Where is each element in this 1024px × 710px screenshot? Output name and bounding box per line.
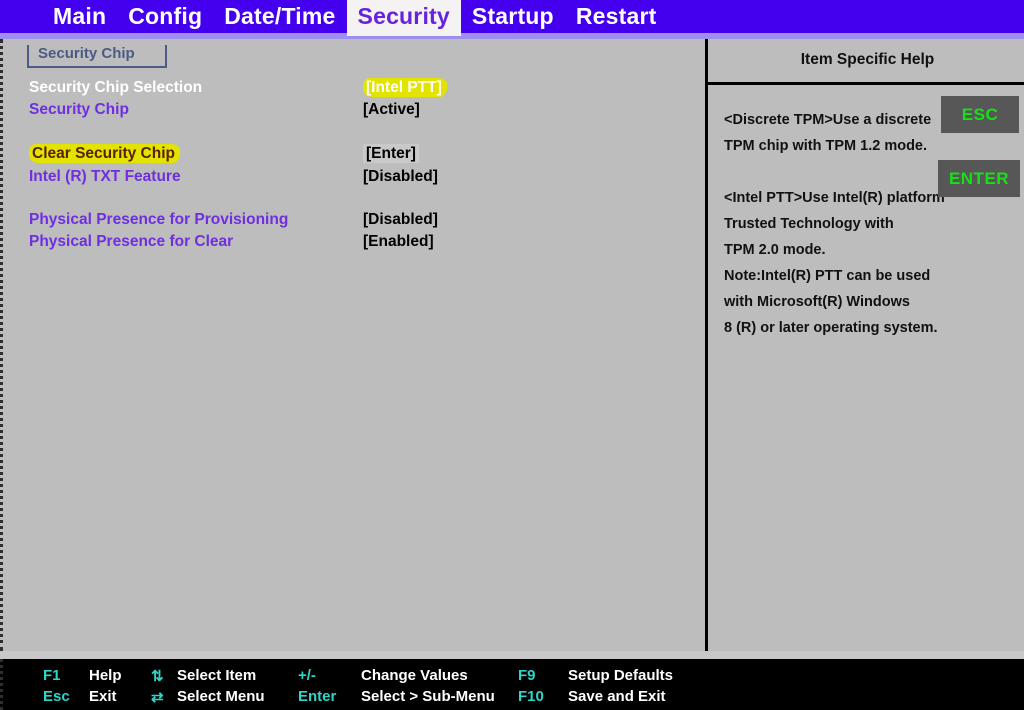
- option-value-physical-presence-provisioning[interactable]: [Disabled]: [363, 209, 438, 230]
- option-row-intel-txt-feature[interactable]: Intel (R) TXT Feature [Disabled]: [3, 166, 703, 188]
- footer-desc-select-submenu: Select > Sub-Menu: [361, 688, 495, 705]
- option-row-clear-security-chip[interactable]: Clear Security Chip [Enter]: [3, 143, 703, 165]
- bios-content-area: Security Chip Security Chip Selection [I…: [0, 39, 1024, 651]
- footer-desc-select-menu: Select Menu: [177, 688, 265, 705]
- option-value-security-chip[interactable]: [Active]: [363, 99, 420, 120]
- option-value-intel-txt-feature[interactable]: [Disabled]: [363, 166, 438, 187]
- option-value-physical-presence-clear[interactable]: [Enabled]: [363, 231, 434, 252]
- option-label-physical-presence-provisioning: Physical Presence for Provisioning: [29, 211, 289, 228]
- esc-key-badge[interactable]: ESC: [941, 96, 1019, 133]
- footer-key-f1[interactable]: F1: [43, 667, 61, 684]
- option-label-text-clear-security-chip: Clear Security Chip: [29, 144, 180, 163]
- option-value-text-clear-security-chip: [Enter]: [363, 144, 419, 163]
- menu-tab-config[interactable]: Config: [117, 0, 213, 33]
- help-line: Note:Intel(R) PTT can be used: [724, 268, 931, 284]
- section-heading-security-chip: Security Chip: [27, 45, 167, 71]
- help-line: TPM chip with TPM 1.2 mode.: [724, 138, 928, 154]
- menu-tab-startup[interactable]: Startup: [461, 0, 565, 33]
- footer-desc-select-item: Select Item: [177, 667, 257, 684]
- option-row-physical-presence-provisioning[interactable]: Physical Presence for Provisioning [Disa…: [3, 209, 703, 231]
- footer-key-f10[interactable]: F10: [518, 688, 544, 705]
- help-line: 8 (R) or later operating system.: [724, 320, 938, 336]
- section-underline: [27, 66, 167, 68]
- menu-tab-date-time[interactable]: Date/Time: [213, 0, 346, 33]
- option-label-intel-txt-feature: Intel (R) TXT Feature: [29, 168, 181, 185]
- footer-desc-setup-defaults: Setup Defaults: [568, 667, 674, 684]
- help-body: <Discrete TPM>Use a discrete TPM chip wi…: [724, 107, 1024, 341]
- help-line: Trusted Technology with: [724, 216, 894, 232]
- help-line: with Microsoft(R) Windows: [724, 294, 910, 310]
- menu-tab-restart[interactable]: Restart: [565, 0, 668, 33]
- section-title: Security Chip: [38, 45, 135, 62]
- footer-desc-help: Help: [89, 667, 122, 684]
- updown-arrow-icon[interactable]: ⇅: [151, 667, 164, 685]
- help-line: TPM 2.0 mode.: [724, 242, 826, 258]
- help-title-rule: [708, 82, 1024, 85]
- main-menu-bar: Main Config Date/Time Security Startup R…: [0, 0, 1024, 36]
- option-label-physical-presence-clear: Physical Presence for Clear: [29, 233, 234, 250]
- settings-pane: Security Chip Security Chip Selection [I…: [3, 39, 705, 651]
- option-row-security-chip-selection[interactable]: Security Chip Selection [Intel PTT]: [3, 77, 703, 99]
- option-label-security-chip-selection: Security Chip Selection: [29, 79, 203, 96]
- leftright-arrow-icon[interactable]: ⇄: [151, 688, 164, 706]
- footer-key-plus-minus[interactable]: +/-: [298, 667, 316, 684]
- enter-key-badge[interactable]: ENTER: [938, 160, 1020, 197]
- option-row-physical-presence-clear[interactable]: Physical Presence for Clear [Enabled]: [3, 231, 703, 253]
- section-bracket-right: [165, 45, 167, 67]
- footer-desc-save-and-exit: Save and Exit: [568, 688, 666, 705]
- option-value-clear-security-chip[interactable]: [Enter]: [363, 143, 419, 164]
- footer-key-f9[interactable]: F9: [518, 667, 536, 684]
- content-bottom-strip: [0, 651, 1024, 659]
- function-key-footer: F1 Help ⇅ Select Item +/- Change Values …: [0, 659, 1024, 710]
- option-row-security-chip[interactable]: Security Chip [Active]: [3, 99, 703, 121]
- option-value-security-chip-selection[interactable]: [Intel PTT]: [363, 77, 447, 98]
- help-title-box: Item Specific Help: [708, 39, 1024, 83]
- option-value-text-security-chip-selection: [Intel PTT]: [363, 78, 447, 97]
- footer-key-esc[interactable]: Esc: [43, 688, 70, 705]
- menu-tab-security[interactable]: Security: [346, 0, 461, 36]
- footer-key-enter[interactable]: Enter: [298, 688, 336, 705]
- option-label-clear-security-chip: Clear Security Chip: [29, 143, 180, 164]
- option-label-security-chip: Security Chip: [29, 101, 129, 118]
- footer-desc-exit: Exit: [89, 688, 117, 705]
- menu-bar-underglow: [0, 33, 1024, 39]
- section-bracket-left: [27, 45, 29, 67]
- menu-tab-main[interactable]: Main: [42, 0, 117, 33]
- help-title: Item Specific Help: [800, 51, 935, 68]
- footer-desc-change-values: Change Values: [361, 667, 468, 684]
